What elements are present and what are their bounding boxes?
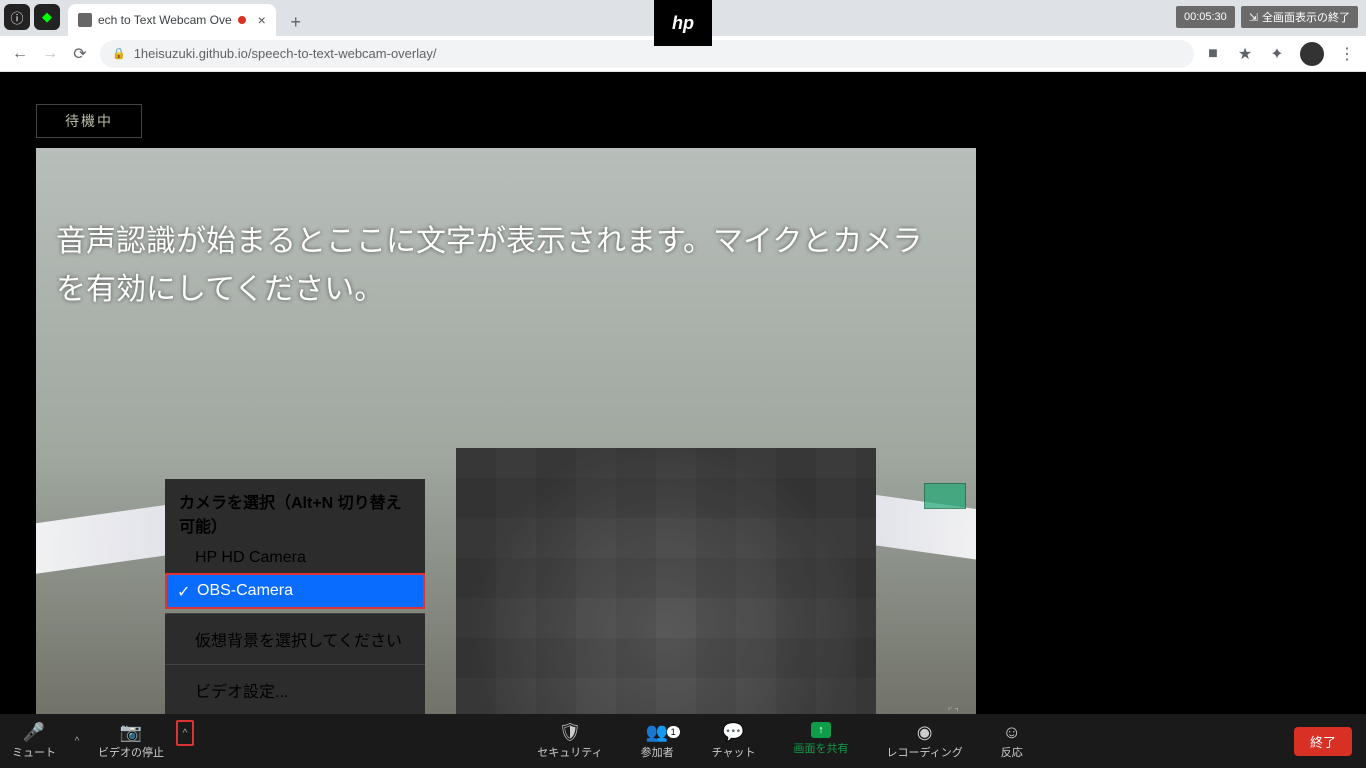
audio-options-chevron[interactable]: ^ — [68, 714, 86, 768]
reload-button[interactable]: ⟳ — [70, 44, 90, 64]
reactions-button[interactable]: ☺ 反応 — [989, 722, 1035, 760]
url-text: 1heisuzuki.github.io/speech-to-text-webc… — [134, 46, 437, 61]
stop-video-button[interactable]: 📷 ビデオの停止 — [86, 714, 176, 768]
smile-icon: ☺ — [1003, 722, 1021, 742]
compress-icon: ⇲ — [1249, 11, 1258, 24]
browser-tab[interactable]: ech to Text Webcam Ove × — [68, 4, 276, 36]
profile-avatar[interactable] — [1300, 42, 1324, 66]
close-tab-icon[interactable]: × — [252, 12, 266, 28]
participants-button[interactable]: 👥 参加者 1 — [629, 722, 686, 760]
pixelated-region — [456, 448, 876, 756]
tab-favicon — [78, 13, 92, 27]
exit-fullscreen-button[interactable]: ⇲ 全画面表示の終了 — [1241, 6, 1358, 28]
status-badge: 待機中 — [36, 104, 142, 138]
extension-badge-shield[interactable]: ◆ — [34, 4, 60, 30]
end-meeting-button[interactable]: 終了 — [1294, 727, 1352, 756]
chat-button[interactable]: 💬 チャット — [700, 722, 768, 760]
new-tab-button[interactable]: + — [282, 8, 310, 36]
extensions-icon[interactable]: ✦ — [1268, 45, 1286, 63]
video-options-chevron[interactable]: ^ — [176, 720, 194, 746]
bookmark-star-icon[interactable]: ★ — [1236, 45, 1254, 63]
video-icon: 📷 — [120, 722, 142, 742]
popup-header: カメラを選択（Alt+N 切り替え可能） — [165, 479, 425, 543]
back-button[interactable]: ← — [10, 44, 30, 64]
extension-badge-info[interactable]: ⓘ — [4, 4, 30, 30]
mute-button[interactable]: 🎤 ミュート — [0, 714, 68, 768]
virtual-background-option[interactable]: 仮想背景を選択してください — [165, 618, 425, 660]
zoom-toolbar: 🎤 ミュート ^ 📷 ビデオの停止 ^ 🛡 セキュリティ 👥 参加者 1 — [0, 714, 1366, 768]
camera-option-obs[interactable]: ✓ OBS-Camera — [167, 575, 423, 607]
page-content: 待機中 音声認識が始まるとここに文字が表示されます。マイクとカメラを有効にしてく… — [0, 72, 1366, 768]
camera-option-hp[interactable]: HP HD Camera — [165, 543, 425, 573]
menu-icon[interactable]: ⋮ — [1338, 45, 1356, 63]
record-icon: ◉ — [917, 722, 933, 742]
camera-select-popup: カメラを選択（Alt+N 切り替え可能） HP HD Camera ✓ OBS-… — [165, 479, 425, 714]
recording-indicator-icon — [238, 16, 246, 24]
hp-logo: hp — [654, 0, 712, 46]
check-icon: ✓ — [177, 582, 190, 602]
camera-indicator-icon[interactable]: ■ — [1204, 45, 1222, 63]
shield-icon: 🛡 — [559, 722, 582, 742]
security-button[interactable]: 🛡 セキュリティ — [525, 722, 614, 760]
timer-badge: 00:05:30 — [1176, 6, 1235, 28]
caption-overlay: 音声認識が始まるとここに文字が表示されます。マイクとカメラを有効にしてください。 — [56, 218, 946, 314]
tab-title: ech to Text Webcam Ove — [98, 13, 232, 27]
participants-icon: 👥 — [646, 722, 668, 742]
recording-button[interactable]: ◉ レコーディング — [875, 722, 975, 760]
participants-count: 1 — [667, 726, 680, 738]
separator — [165, 613, 425, 614]
share-screen-button[interactable]: ↑ 画面を共有 — [782, 722, 861, 756]
separator — [165, 664, 425, 665]
microphone-icon: 🎤 — [23, 722, 45, 742]
address-bar[interactable]: 🔒 1heisuzuki.github.io/speech-to-text-we… — [100, 40, 1194, 68]
lock-icon: 🔒 — [112, 47, 126, 60]
exit-sign — [924, 483, 966, 509]
chat-icon: 💬 — [722, 722, 744, 742]
video-settings-option[interactable]: ビデオ設定... — [165, 669, 425, 714]
share-icon: ↑ — [811, 722, 831, 738]
forward-button[interactable]: → — [40, 44, 60, 64]
